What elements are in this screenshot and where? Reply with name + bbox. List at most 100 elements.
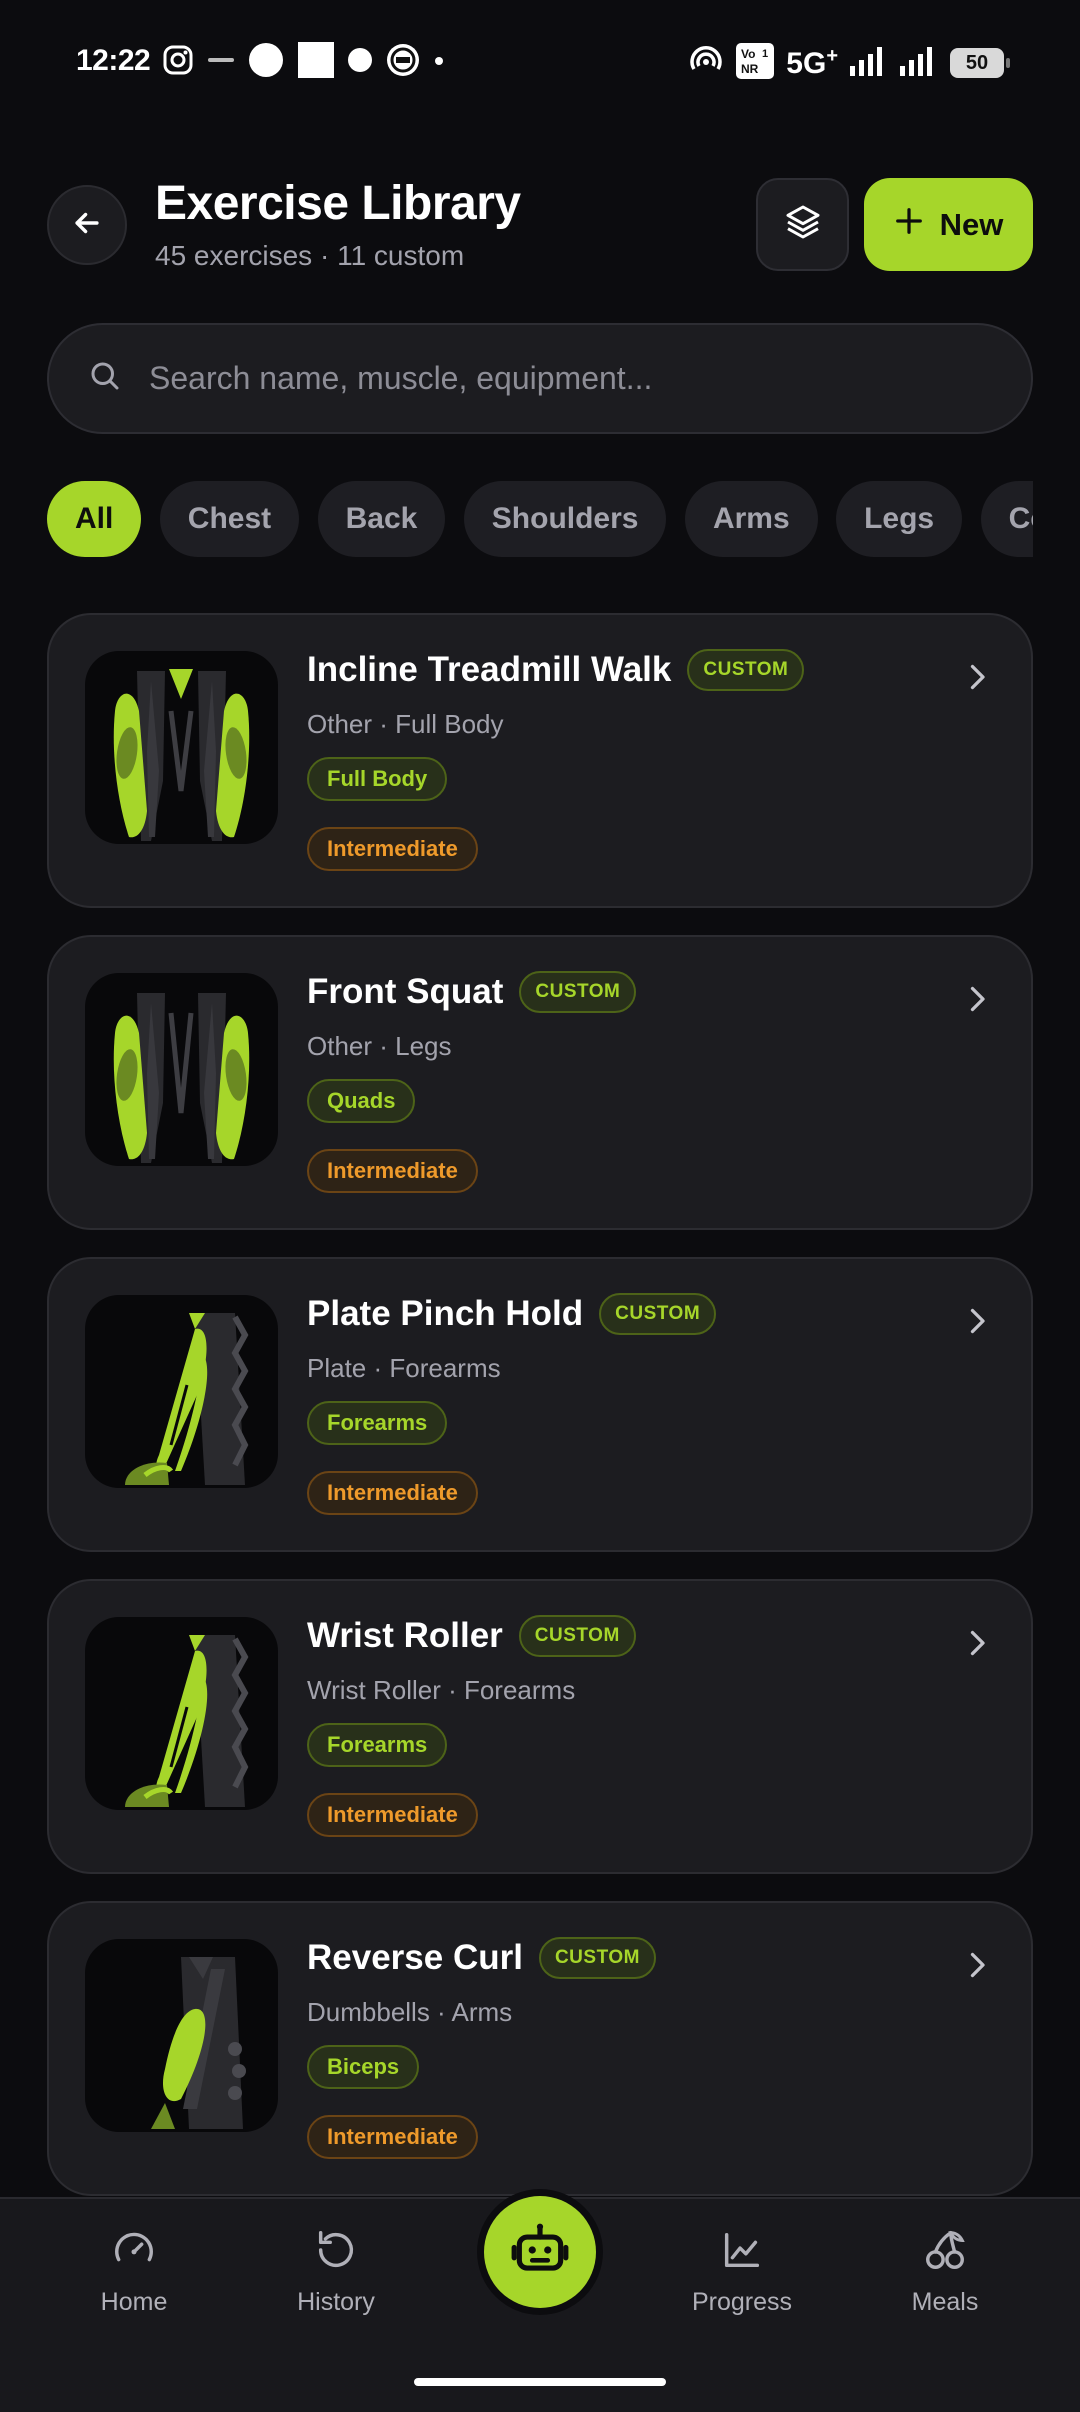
exercise-card[interactable]: Front Squat CUSTOM Other · Legs Quads In… <box>47 935 1033 1230</box>
dot-icon <box>348 47 372 77</box>
arrow-left-icon <box>70 206 104 245</box>
muscle-tag: Full Body <box>307 757 448 801</box>
custom-badge: CUSTOM <box>538 1937 656 1979</box>
svg-text:Vo: Vo <box>741 47 755 61</box>
home-indicator[interactable] <box>414 2378 666 2386</box>
custom-badge: CUSTOM <box>519 971 637 1013</box>
card-title-row: Reverse Curl CUSTOM <box>307 1937 656 1979</box>
status-time: 12:22 <box>76 44 151 77</box>
exercise-meta: Plate · Forearms <box>307 1353 501 1383</box>
network-type-plus: + <box>826 45 838 67</box>
legs-front-icon <box>85 651 278 844</box>
muscle-filter-chips: All Chest Back Shoulders Arms Legs Core <box>47 481 1033 557</box>
signal-icon-2 <box>900 46 938 81</box>
card-title-row: Plate Pinch Hold CUSTOM <box>307 1293 717 1335</box>
nav-history[interactable]: History <box>256 2227 416 2317</box>
status-right-icons: Vo NR 1 5G+ 50 <box>688 42 1010 84</box>
cherries-icon <box>922 2227 968 2278</box>
plus-icon <box>894 206 924 244</box>
exercise-meta: Wrist Roller · Forearms <box>307 1675 576 1705</box>
nav-home[interactable]: Home <box>54 2227 214 2317</box>
page-title: Exercise Library <box>155 177 521 230</box>
nav-meals-label: Meals <box>911 2288 979 2316</box>
level-tag: Intermediate <box>307 1149 478 1193</box>
exercise-card[interactable]: Reverse Curl CUSTOM Dumbbells · Arms Bic… <box>47 1901 1033 2196</box>
forearm-icon <box>85 1295 278 1488</box>
muscle-tag: Biceps <box>307 2045 420 2089</box>
exercise-library-screen: 12:22 Vo NR 1 5G+ 50 Exercise Library 45… <box>0 0 1080 2412</box>
new-exercise-button[interactable]: New <box>864 178 1033 271</box>
exercise-card[interactable]: Wrist Roller CUSTOM Wrist Roller · Forea… <box>47 1579 1033 1874</box>
chart-line-icon <box>719 2227 765 2278</box>
chevron-right-icon <box>959 659 995 695</box>
battery-indicator: 50 <box>950 48 1010 78</box>
exercise-meta: Dumbbells · Arms <box>307 1997 513 2027</box>
filter-chip-legs[interactable]: Legs <box>836 481 963 557</box>
exercise-meta: Other · Legs <box>307 1031 452 1061</box>
forearm-icon <box>85 1617 278 1810</box>
level-tag: Intermediate <box>307 827 478 871</box>
layers-button[interactable] <box>756 178 849 271</box>
exercise-card[interactable]: Incline Treadmill Walk CUSTOM Other · Fu… <box>47 613 1033 908</box>
legs-front-icon <box>85 973 278 1166</box>
status-bar: 12:22 Vo NR 1 5G+ 50 <box>0 0 1080 125</box>
status-left-icons <box>162 41 444 83</box>
nav-progress-label: Progress <box>691 2288 793 2316</box>
ai-assistant-button-inner <box>484 2196 596 2308</box>
level-tag: Intermediate <box>307 1793 478 1837</box>
exercise-meta: Other · Full Body <box>307 709 504 739</box>
network-type-text: 5G <box>786 47 827 80</box>
chevron-right-icon <box>959 981 995 1017</box>
exercise-name: Front Squat <box>307 972 504 1011</box>
rapido-icon <box>208 53 234 71</box>
chevron-right-icon <box>959 1947 995 1983</box>
level-tag: Intermediate <box>307 1471 478 1515</box>
custom-badge: CUSTOM <box>518 1615 636 1657</box>
exercise-name: Reverse Curl <box>307 1938 523 1977</box>
nav-home-label: Home <box>100 2288 168 2316</box>
circle-icon <box>248 42 284 83</box>
search-bar[interactable] <box>47 323 1033 434</box>
filter-chip-back[interactable]: Back <box>317 481 446 557</box>
history-icon <box>313 2227 359 2278</box>
hotspot-icon <box>688 43 724 84</box>
nav-meals[interactable]: Meals <box>865 2227 1025 2317</box>
small-dot-icon <box>434 53 444 71</box>
ai-assistant-button[interactable] <box>477 2189 603 2315</box>
custom-badge: CUSTOM <box>687 649 805 691</box>
nav-progress[interactable]: Progress <box>662 2227 822 2317</box>
filter-chip-chest[interactable]: Chest <box>159 481 300 557</box>
muscle-tag: Quads <box>307 1079 416 1123</box>
level-tag: Intermediate <box>307 2115 478 2159</box>
layers-icon <box>783 202 823 247</box>
card-title-row: Wrist Roller CUSTOM <box>307 1615 636 1657</box>
filter-chip-core[interactable]: Core <box>980 481 1033 557</box>
nav-history-label: History <box>297 2288 375 2316</box>
chevron-right-icon <box>959 1625 995 1661</box>
chevron-right-icon <box>959 1303 995 1339</box>
custom-badge: CUSTOM <box>599 1293 717 1335</box>
search-input[interactable] <box>149 360 949 397</box>
biceps-icon <box>85 1939 278 2132</box>
card-title-row: Incline Treadmill Walk CUSTOM <box>307 649 805 691</box>
svg-text:1: 1 <box>762 48 768 60</box>
svg-text:NR: NR <box>741 62 759 76</box>
muscle-tag: Forearms <box>307 1401 448 1445</box>
exercise-name: Plate Pinch Hold <box>307 1294 584 1333</box>
filter-chip-all[interactable]: All <box>47 481 142 557</box>
search-icon <box>87 358 123 399</box>
signal-icon-1 <box>850 46 888 81</box>
muscle-tag: Forearms <box>307 1723 448 1767</box>
filter-chip-shoulders[interactable]: Shoulders <box>463 481 667 557</box>
filter-chip-arms[interactable]: Arms <box>684 481 818 557</box>
instagram-icon <box>162 44 194 81</box>
app-badge-icon <box>386 43 420 82</box>
robot-icon <box>509 2219 571 2286</box>
card-title-row: Front Squat CUSTOM <box>307 971 637 1013</box>
back-button[interactable] <box>47 185 127 265</box>
exercise-card[interactable]: Plate Pinch Hold CUSTOM Plate · Forearms… <box>47 1257 1033 1552</box>
new-button-label: New <box>939 206 1004 242</box>
exercise-name: Wrist Roller <box>307 1616 503 1655</box>
square-icon <box>298 41 334 83</box>
volte-icon: Vo NR 1 <box>736 42 775 84</box>
